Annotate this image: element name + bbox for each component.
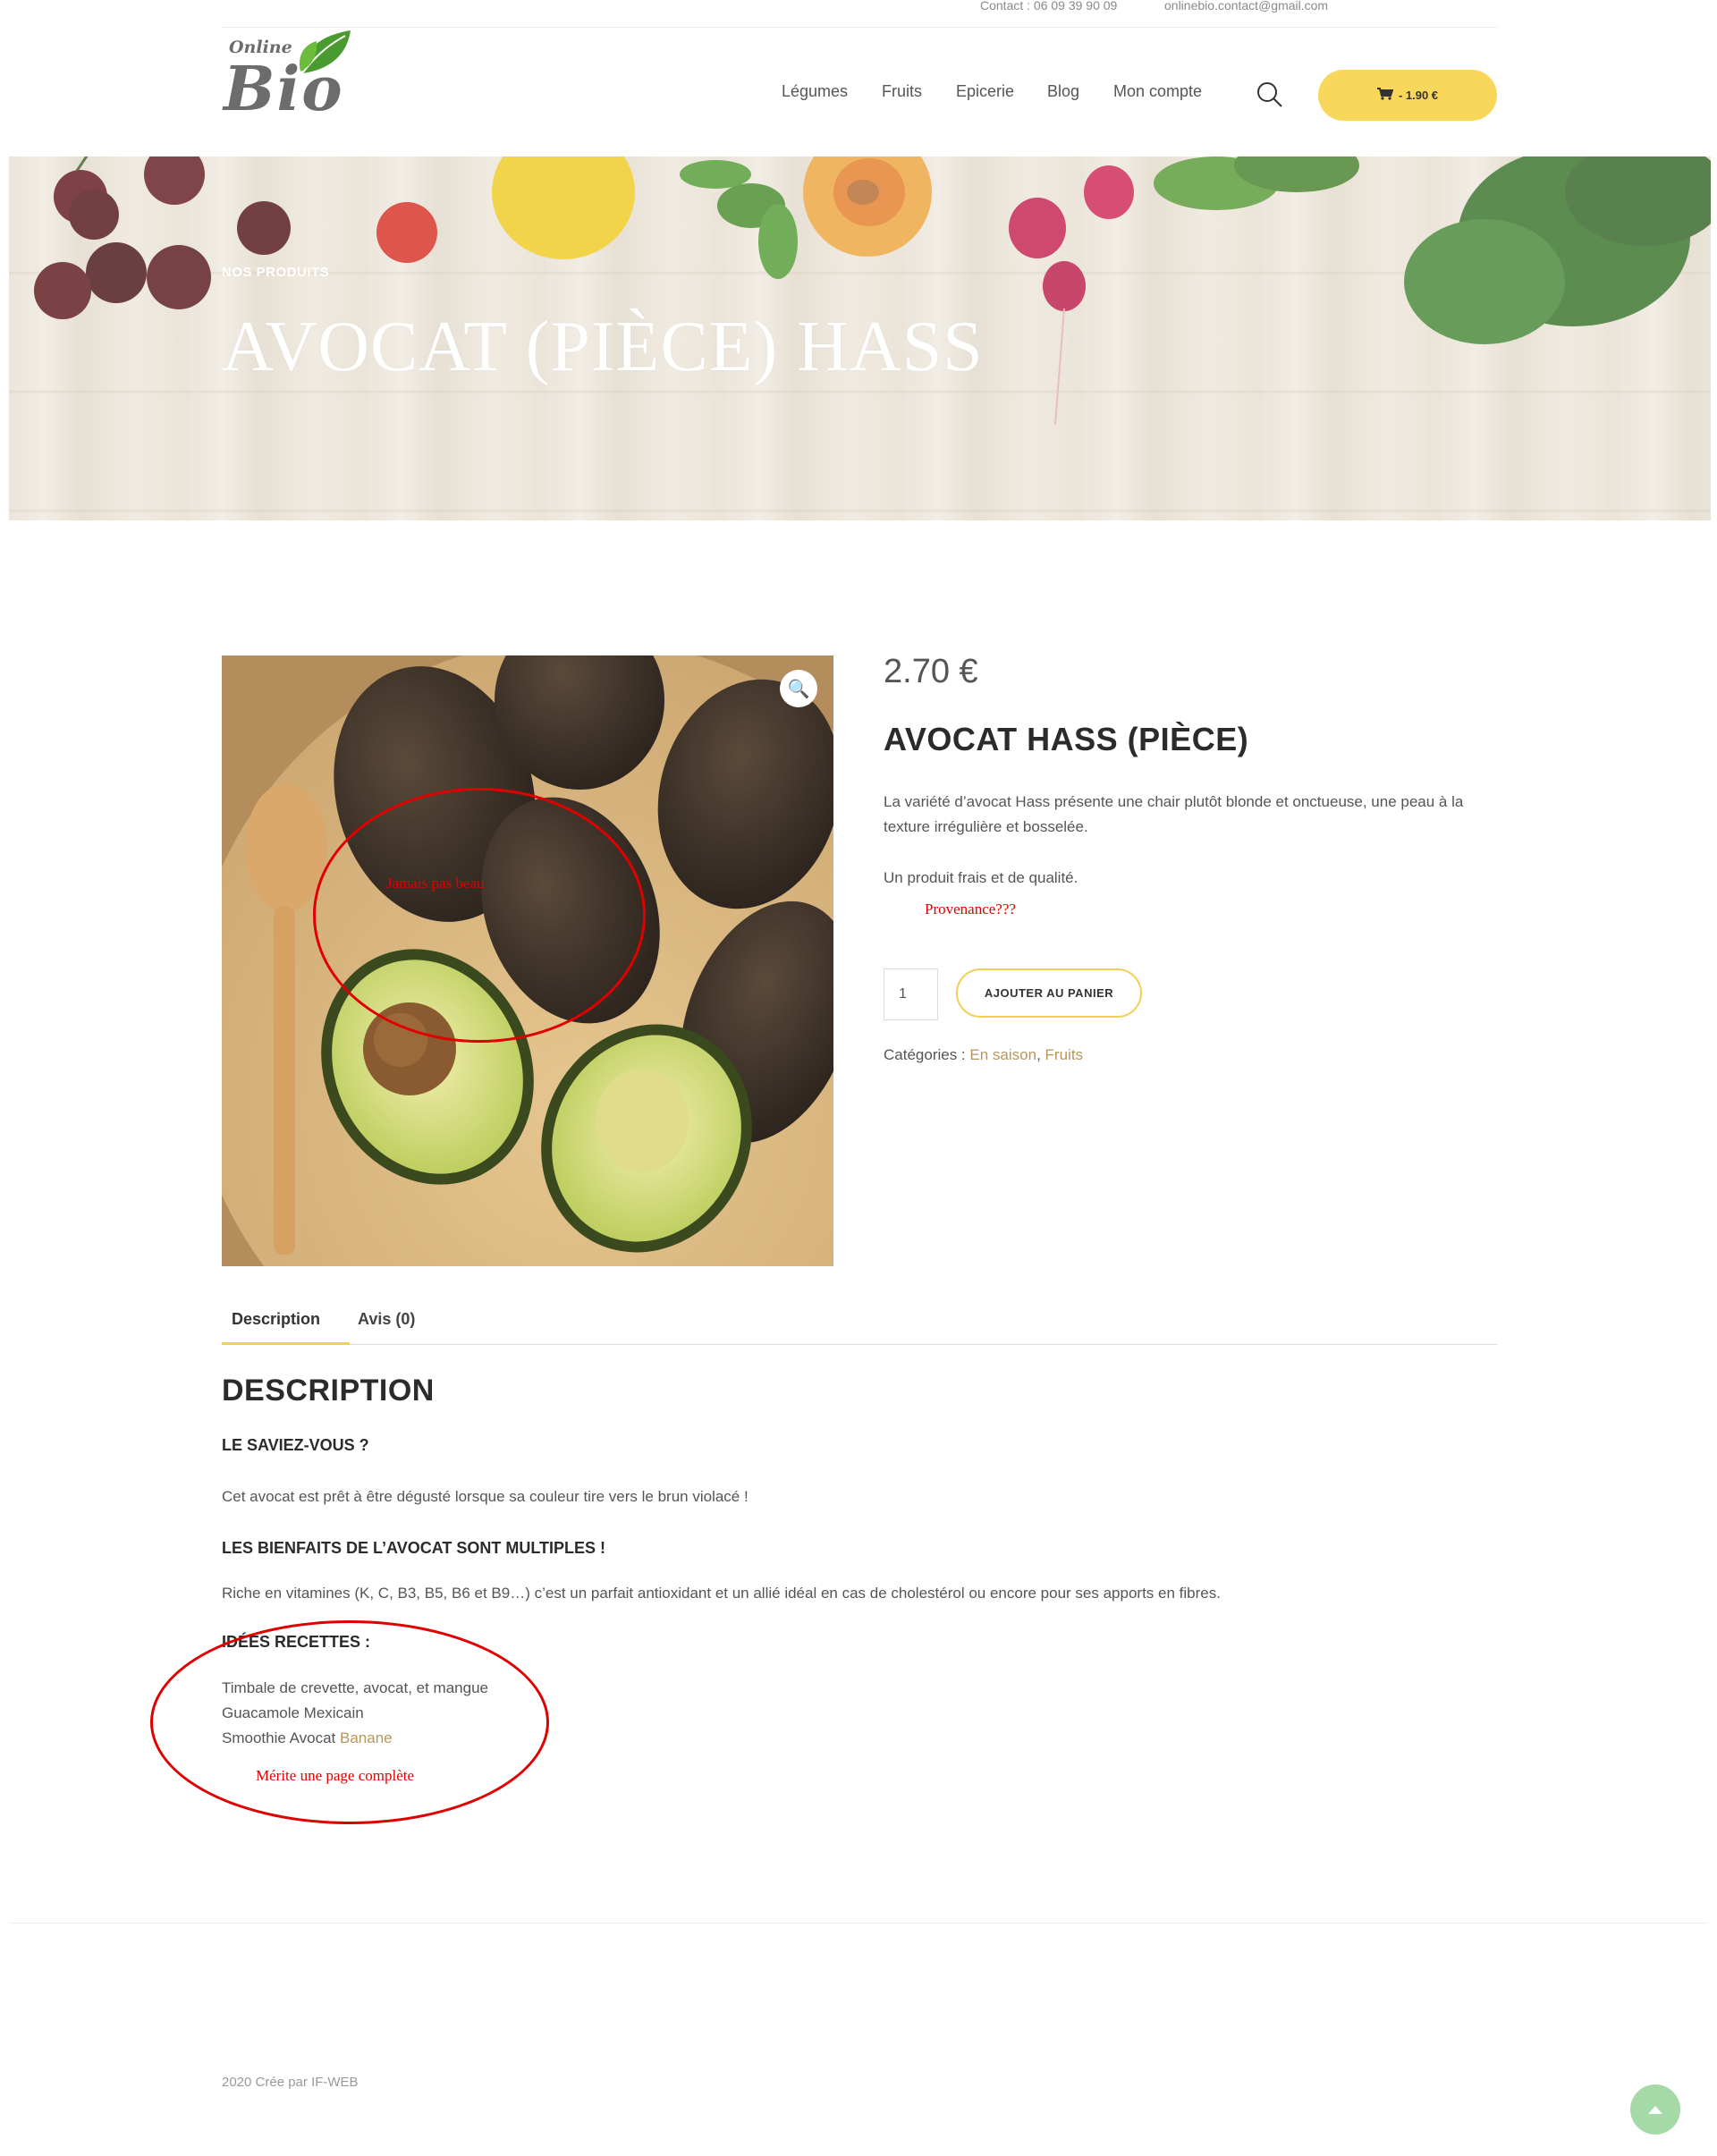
magnifier-icon: 🔍: [787, 679, 810, 699]
annotation-image-ellipse: [313, 788, 646, 1043]
nav-item-mon-compte[interactable]: Mon compte: [1113, 82, 1202, 101]
page-title: AVOCAT (PIÈCE) HASS: [222, 308, 984, 386]
quantity-input[interactable]: 1: [884, 968, 938, 1020]
product-price: 2.70 €: [884, 653, 978, 690]
saviez-vous-text: Cet avocat est prêt à être dégusté lorsq…: [222, 1488, 749, 1505]
cart-icon: [1376, 88, 1394, 103]
categories-label: Catégories :: [884, 1046, 966, 1063]
search-icon[interactable]: [1256, 80, 1284, 109]
product-quality-text: Un produit frais et de qualité.: [884, 869, 1078, 886]
contact-phone: Contact : 06 09 39 90 09: [980, 0, 1118, 13]
cart-total: - 1.90 €: [1398, 89, 1439, 102]
add-to-cart-button[interactable]: AJOUTER AU PANIER: [956, 968, 1142, 1018]
tab-avis[interactable]: Avis (0): [358, 1310, 415, 1329]
annotation-image-note: Jamais pas beau: [386, 875, 485, 892]
product-short-description: La variété d’avocat Hass présente une ch…: [884, 793, 1464, 835]
product-categories: Catégories : En saison, Fruits: [884, 1046, 1083, 1064]
cart-button[interactable]: - 1.90 €: [1318, 70, 1497, 121]
contact-email[interactable]: onlinebio.contact@gmail.com: [1164, 0, 1328, 13]
footer-copyright: 2020 Crée par IF-WEB: [222, 2075, 359, 2090]
nav-item-epicerie[interactable]: Epicerie: [956, 82, 1014, 101]
saviez-vous-heading: LE SAVIEZ-VOUS ?: [222, 1436, 369, 1454]
annotation-recettes-note: Mérite une page complète: [256, 1767, 415, 1784]
categories-separator: ,: [1036, 1046, 1041, 1063]
tab-description[interactable]: Description: [232, 1310, 320, 1329]
zoom-button[interactable]: 🔍: [780, 670, 817, 707]
bienfaits-heading: LES BIENFAITS DE L’AVOCAT SONT MULTIPLES…: [222, 1539, 606, 1557]
product-title: AVOCAT HASS (PIÈCE): [884, 721, 1249, 757]
nav-item-fruits[interactable]: Fruits: [882, 82, 922, 101]
nav-item-legumes[interactable]: Légumes: [782, 82, 848, 101]
nav-item-blog[interactable]: Blog: [1047, 82, 1079, 101]
scroll-to-top-button[interactable]: [1630, 2084, 1680, 2135]
annotation-provenance-note: Provenance???: [925, 900, 1016, 917]
category-link-fruits[interactable]: Fruits: [1045, 1046, 1084, 1063]
hero-banner: NOS PRODUITS AVOCAT (PIÈCE) HASS: [9, 156, 1711, 520]
site-logo[interactable]: Online Bio: [224, 27, 358, 125]
annotation-recettes-ellipse: [150, 1620, 549, 1824]
tab-active-indicator: [222, 1342, 350, 1345]
bienfaits-text: Riche en vitamines (K, C, B3, B5, B6 et …: [222, 1585, 1221, 1602]
description-heading: DESCRIPTION: [222, 1374, 435, 1408]
top-contact-bar: Contact : 06 09 39 90 09 onlinebio.conta…: [222, 0, 1497, 28]
arrow-up-icon: [1648, 2106, 1662, 2114]
breadcrumb[interactable]: NOS PRODUITS: [222, 265, 329, 280]
category-link-en-saison[interactable]: En saison: [969, 1046, 1036, 1063]
tabs-divider: [222, 1344, 1497, 1345]
